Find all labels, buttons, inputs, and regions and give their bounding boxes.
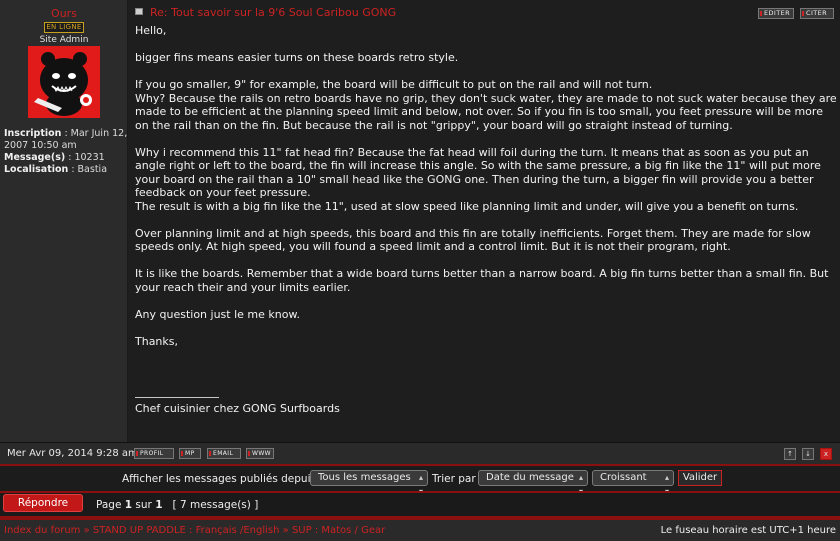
filter-bar: Afficher les messages publiés depuis : T… xyxy=(0,466,840,496)
filter-label: Afficher les messages publiés depuis : xyxy=(122,473,323,485)
edit-button[interactable]: EDITER xyxy=(758,8,794,19)
author-rank: Site Admin xyxy=(39,35,89,45)
post-paragraph: Hello, xyxy=(135,24,167,37)
website-button[interactable]: WWW xyxy=(246,448,274,459)
breadcrumb-stand-up-paddle[interactable]: STAND UP PADDLE : Français /English xyxy=(93,525,280,536)
signature: Chef cuisinier chez GONG Surfboards xyxy=(135,402,340,415)
author-info: Inscription : Mar Juin 12, 2007 10:50 am… xyxy=(4,128,128,176)
sort-label: Trier par xyxy=(432,473,476,485)
author-post-count: Message(s) : 10231 xyxy=(4,152,105,163)
breadcrumb: Index du forum » STAND UP PADDLE : Franç… xyxy=(4,525,385,536)
email-button[interactable]: EMAIL xyxy=(207,448,241,459)
breadcrumb-sup-matos[interactable]: SUP : Matos / Gear xyxy=(292,525,385,536)
post-content: Re: Tout savoir sur la 9'6 Soul Caribou … xyxy=(128,0,840,442)
post-header: Re: Tout savoir sur la 9'6 Soul Caribou … xyxy=(128,0,840,20)
bear-avatar-image xyxy=(28,46,100,118)
online-status-badge: EN LIGNE xyxy=(44,22,84,33)
post-paragraph: It is like the boards. Remember that a w… xyxy=(135,267,829,294)
sort-order-select[interactable]: Croissant▴▾ xyxy=(592,470,674,496)
sort-by-select[interactable]: Date du message▴▾ xyxy=(478,470,588,496)
author-name[interactable]: Ours xyxy=(0,7,128,20)
post-paragraph: Over planning limit and at high speeds, … xyxy=(135,226,811,254)
post-footer: Mer Avr 09, 2014 9:28 am PROFIL MP EMAIL… xyxy=(0,442,840,464)
reply-button[interactable]: Répondre xyxy=(3,494,83,512)
post-paragraph: If you go smaller, 9" for example, the b… xyxy=(135,78,837,132)
post-title: Re: Tout savoir sur la 9'6 Soul Caribou … xyxy=(150,6,397,19)
post-body: Hello, bigger fins means easier turns on… xyxy=(135,24,837,348)
post-icon[interactable] xyxy=(135,8,143,15)
arrow-up-icon[interactable]: ↑ xyxy=(784,448,796,460)
post-paragraph: bigger fins means easier turns on these … xyxy=(135,51,459,64)
post-table: Ours EN LIGNE Site Admin Inscription : M… xyxy=(0,0,840,464)
author-location: Localisation : Bastia xyxy=(4,164,108,175)
post-date: Mer Avr 09, 2014 9:28 am xyxy=(7,448,138,459)
validate-button[interactable]: Valider xyxy=(678,470,722,486)
breadcrumb-separator: » xyxy=(282,525,289,536)
reply-bar: Répondre Page 1 sur 1 [ 7 message(s) ] xyxy=(0,493,840,515)
signature-divider xyxy=(135,397,219,398)
messages-since-select[interactable]: Tous les messages▴▾ xyxy=(310,470,428,496)
private-message-button[interactable]: MP xyxy=(179,448,201,459)
author-joined: Inscription : Mar Juin 12, 2007 10:50 am xyxy=(4,128,128,151)
breadcrumb-index[interactable]: Index du forum xyxy=(4,525,80,536)
pagination: Page 1 sur 1 [ 7 message(s) ] xyxy=(96,499,259,511)
nav-bar: Index du forum » STAND UP PADDLE : Franç… xyxy=(0,520,840,541)
arrow-down-icon[interactable]: ↓ xyxy=(802,448,814,460)
post-paragraph: Any question just le me know. xyxy=(135,307,300,321)
breadcrumb-separator: » xyxy=(83,525,90,536)
close-icon[interactable]: x xyxy=(820,448,832,460)
author-panel: Ours EN LIGNE Site Admin Inscription : M… xyxy=(0,0,128,442)
post-paragraph: Thanks, xyxy=(135,334,179,348)
profile-button[interactable]: PROFIL xyxy=(134,448,174,459)
timezone-text: Le fuseau horaire est UTC+1 heure xyxy=(660,525,836,536)
quote-button[interactable]: CITER xyxy=(800,8,834,19)
post-paragraph: Why i recommend this 11" fat head fin? B… xyxy=(135,145,821,213)
avatar xyxy=(28,46,100,118)
